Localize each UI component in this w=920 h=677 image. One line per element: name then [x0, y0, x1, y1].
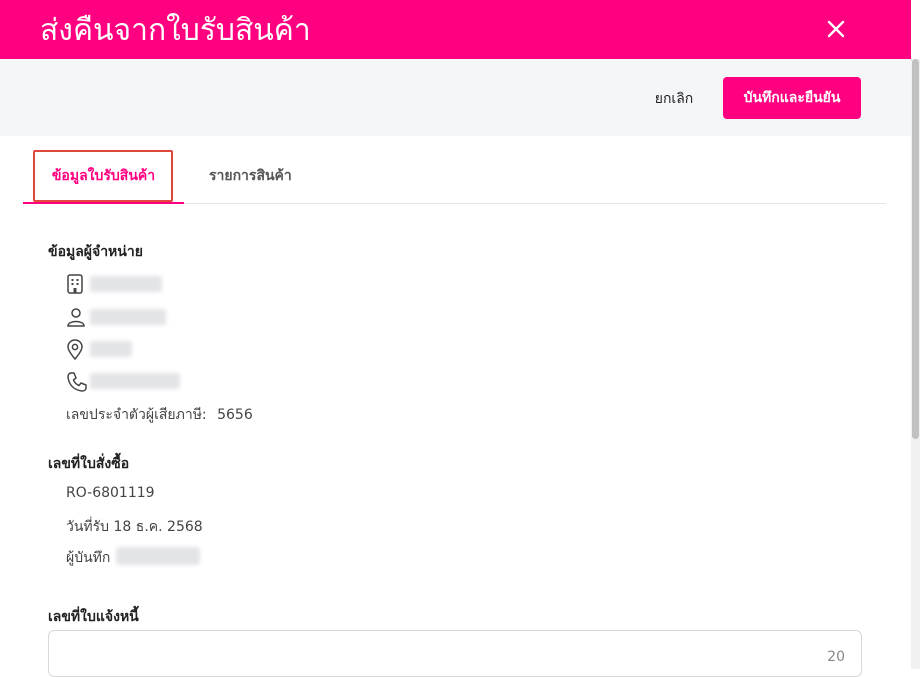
- recorder-name-redacted: [116, 547, 200, 565]
- tab-receipt-info[interactable]: ข้อมูลใบรับสินค้า: [23, 150, 184, 204]
- building-icon: [67, 274, 83, 294]
- recorder-label: ผู้บันทึก: [66, 550, 111, 566]
- po-number: RO-6801119: [66, 485, 155, 501]
- tab-bar: ข้อมูลใบรับสินค้า รายการสินค้า: [23, 150, 886, 204]
- phone-redacted: [90, 373, 180, 389]
- char-counter: 20: [827, 649, 845, 665]
- scrollbar-thumb[interactable]: [912, 59, 919, 439]
- scrollbar[interactable]: [911, 59, 920, 669]
- tab-label: รายการสินค้า: [209, 168, 292, 184]
- company-name-redacted: [90, 276, 162, 292]
- received-date: วันที่รับ 18 ธ.ค. 2568: [66, 519, 203, 535]
- supplier-section-title: ข้อมูลผู้จำหน่าย: [48, 244, 143, 260]
- user-icon: [67, 308, 85, 327]
- focus-outline: [33, 150, 173, 202]
- modal-header: ส่งคืนจากใบรับสินค้า: [0, 0, 911, 59]
- supplier-address-row: [66, 337, 266, 361]
- supplier-phone-row: [66, 369, 266, 393]
- tax-id-label: เลขประจำตัวผู้เสียภาษี:: [66, 407, 207, 423]
- cancel-button[interactable]: ยกเลิก: [636, 86, 712, 112]
- tax-id-value: 5656: [217, 407, 253, 423]
- save-and-confirm-button[interactable]: บันทึกและยืนยัน: [723, 77, 861, 119]
- tax-id-line: เลขประจำตัวผู้เสียภาษี: 5656: [66, 404, 253, 426]
- supplier-company-row: [66, 272, 266, 296]
- recorder-line: ผู้บันทึก: [66, 547, 206, 569]
- po-section-title: เลขที่ใบสั่งซื้อ: [48, 456, 130, 472]
- contact-name-redacted: [90, 309, 166, 325]
- phone-icon: [67, 372, 87, 392]
- supplier-contact-row: [66, 305, 266, 329]
- location-pin-icon: [67, 339, 83, 360]
- modal-title: ส่งคืนจากใบรับสินค้า: [40, 13, 311, 48]
- address-redacted: [90, 341, 132, 357]
- close-icon: [827, 20, 845, 38]
- tab-product-list[interactable]: รายการสินค้า: [209, 150, 292, 202]
- invoice-number-textarea[interactable]: 20: [48, 630, 862, 677]
- close-button[interactable]: [822, 15, 850, 43]
- invoice-section-title: เลขที่ใบแจ้งหนี้: [48, 609, 139, 625]
